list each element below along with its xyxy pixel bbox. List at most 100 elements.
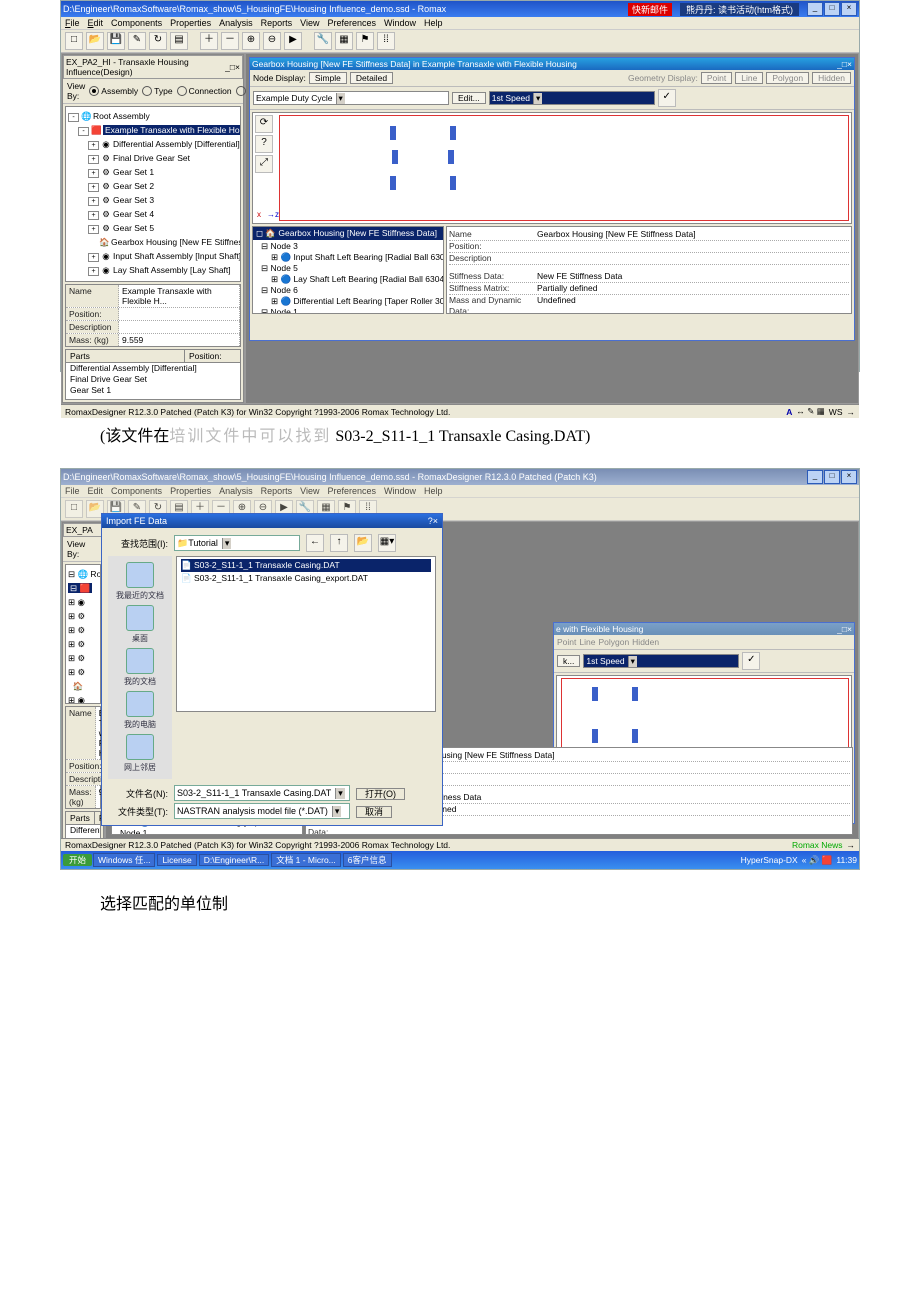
- open-button[interactable]: 打开(O): [356, 787, 405, 800]
- menu-properties[interactable]: Properties: [170, 486, 211, 496]
- prop-mass-value[interactable]: 9.559: [119, 334, 240, 346]
- detail-stiffness-matrix-value[interactable]: Partially defined: [537, 283, 849, 294]
- back-icon[interactable]: ←: [306, 534, 324, 552]
- tree-node[interactable]: ⊞ ⚙: [68, 651, 98, 665]
- detail-position-value[interactable]: [537, 241, 849, 252]
- status-arrow-icon-2[interactable]: →: [847, 840, 856, 850]
- tree-housing[interactable]: 🏠Gearbox Housing [New FE Stiffness D: [68, 235, 238, 249]
- tree-finaldrive[interactable]: +⚙Final Drive Gear Set: [68, 151, 238, 165]
- menu-file[interactable]: File: [65, 18, 80, 28]
- menu-window[interactable]: Window: [384, 486, 416, 496]
- views-icon[interactable]: ▦▾: [378, 534, 396, 552]
- maximize-button[interactable]: □: [824, 470, 840, 484]
- place-desktop[interactable]: 桌面: [110, 605, 170, 644]
- edit-icon[interactable]: ✎: [128, 32, 146, 50]
- tray-app[interactable]: HyperSnap-DX: [741, 855, 798, 865]
- tree-node[interactable]: ⊞ ◉: [68, 693, 98, 704]
- detail-description-value[interactable]: [537, 253, 849, 264]
- geom-hidden[interactable]: Hidden: [812, 72, 851, 84]
- status-arrow-icon[interactable]: →: [847, 407, 856, 417]
- place-mycomputer[interactable]: 我的电脑: [110, 691, 170, 730]
- detail-stiffness-data-value[interactable]: New FE Stiffness Data: [537, 271, 849, 282]
- new-icon[interactable]: □: [65, 32, 83, 50]
- geom-polygon[interactable]: Polygon: [598, 637, 629, 647]
- menu-edit[interactable]: Edit: [88, 18, 104, 28]
- tree-pane-close-icon[interactable]: _□×: [225, 62, 240, 72]
- node-1[interactable]: ⊟ Node 1: [255, 307, 441, 314]
- tree-node[interactable]: ⊞ ⚙: [68, 623, 98, 637]
- rotate-icon[interactable]: ⟳: [255, 115, 273, 133]
- menu-help[interactable]: Help: [424, 486, 443, 496]
- place-network[interactable]: 网上邻居: [110, 734, 170, 773]
- tree-gs2[interactable]: +⚙Gear Set 2: [68, 179, 238, 193]
- zoom-in-icon[interactable]: ⊕: [242, 32, 260, 50]
- filetype-combo[interactable]: NASTRAN analysis model file (*.DAT)▾: [174, 803, 350, 819]
- radio-assembly[interactable]: Assembly: [89, 86, 138, 96]
- menu-help[interactable]: Help: [424, 18, 443, 28]
- menu-edit[interactable]: Edit: [88, 486, 104, 496]
- detail-name-value[interactable]: Gearbox Housing [New FE Stiffness Data]: [537, 229, 849, 240]
- node-5[interactable]: ⊟ Node 5: [255, 263, 441, 274]
- detail-mass-dyn-value[interactable]: Undefined: [537, 295, 849, 314]
- menu-components[interactable]: Components: [111, 18, 162, 28]
- minimize-button[interactable]: _: [807, 470, 823, 484]
- geom-point[interactable]: Point: [557, 637, 576, 647]
- tree-input-shaft[interactable]: +◉Input Shaft Assembly [Input Shaft]: [68, 249, 238, 263]
- close-button[interactable]: ×: [841, 2, 857, 16]
- flag-icon[interactable]: ⚑: [356, 32, 374, 50]
- menu-analysis[interactable]: Analysis: [219, 18, 253, 28]
- tree-gs4[interactable]: +⚙Gear Set 4: [68, 207, 238, 221]
- tree-differential[interactable]: +◉Differential Assembly [Differential]: [68, 137, 238, 151]
- tree-node[interactable]: ⊞ ⚙: [68, 665, 98, 679]
- grid-icon[interactable]: ▤: [170, 32, 188, 50]
- tool-icon-a[interactable]: 🔧: [314, 32, 332, 50]
- prop-name-value[interactable]: Example Transaxle with Flexible H...: [119, 285, 240, 307]
- save-icon[interactable]: 💾: [107, 32, 125, 50]
- plus-icon[interactable]: ＋: [200, 32, 218, 50]
- speed-dropdown[interactable]: 1st Speed▾: [489, 91, 655, 105]
- tray-icons[interactable]: « 🔊 🟥: [802, 855, 833, 866]
- file-row[interactable]: 📄 S03-2_S11-1_1 Transaxle Casing_export.…: [181, 572, 431, 585]
- file-list[interactable]: 📄 S03-2_S11-1_1 Transaxle Casing.DAT 📄 S…: [176, 556, 436, 712]
- node-6[interactable]: ⊟ Node 6: [255, 285, 441, 296]
- menu-components[interactable]: Components: [111, 486, 162, 496]
- notification-banner[interactable]: 熊丹丹: 读书活动(htm格式): [680, 3, 799, 16]
- pan-icon[interactable]: ?: [255, 135, 273, 153]
- tree-gs1[interactable]: +⚙Gear Set 1: [68, 165, 238, 179]
- speed-dd-bg[interactable]: 1st Speed▾: [583, 654, 739, 668]
- up-icon[interactable]: ↑: [330, 534, 348, 552]
- geom-line[interactable]: Line: [735, 72, 763, 84]
- file-row-selected[interactable]: 📄 S03-2_S11-1_1 Transaxle Casing.DAT: [181, 559, 431, 572]
- filename-input[interactable]: S03-2_S11-1_1 Transaxle Casing.DAT▾: [174, 785, 350, 801]
- menu-window[interactable]: Window: [384, 18, 416, 28]
- parts-row[interactable]: Differential Assembly [Differential]: [66, 363, 240, 374]
- node-tree-pane[interactable]: ◻ 🏠 Gearbox Housing [New FE Stiffness Da…: [252, 226, 444, 314]
- taskbar-item[interactable]: License: [157, 854, 196, 866]
- tree-truncated[interactable]: ⊟ 🌐 Ro ⊟ 🟥 ⊞ ◉ ⊞ ⚙ ⊞ ⚙ ⊞ ⚙ ⊞ ⚙ ⊞ ⚙ 🏠 ⊞ ◉…: [65, 564, 101, 704]
- status-tools-icon[interactable]: ↔ ✎ ▦: [796, 406, 824, 417]
- geom-line[interactable]: Line: [579, 637, 595, 647]
- node-3[interactable]: ⊟ Node 3: [255, 241, 441, 252]
- menu-file[interactable]: File: [65, 486, 80, 496]
- new-folder-icon[interactable]: 📂: [354, 534, 372, 552]
- zoom-out-icon[interactable]: ⊖: [263, 32, 281, 50]
- notification-badge[interactable]: 快新邮件: [628, 3, 672, 16]
- assembly-tree[interactable]: -🌐Root Assembly -🟥Example Transaxle with…: [65, 106, 241, 282]
- schematic-view[interactable]: ⟳ ? ⤢ x: [252, 112, 852, 224]
- schematic-canvas-bg[interactable]: [561, 678, 849, 754]
- prop-position-value[interactable]: [119, 308, 240, 320]
- node-display-detailed[interactable]: Detailed: [350, 72, 393, 84]
- menu-reports[interactable]: Reports: [261, 18, 293, 28]
- geom-polygon[interactable]: Polygon: [766, 72, 809, 84]
- cancel-button[interactable]: 取消: [356, 805, 392, 818]
- tree-node[interactable]: ⊞ ◉: [68, 595, 98, 609]
- menu-preferences[interactable]: Preferences: [328, 18, 377, 28]
- menu-reports[interactable]: Reports: [261, 486, 293, 496]
- subwin-bg-controls[interactable]: _□×: [837, 624, 852, 634]
- import-fe-dialog[interactable]: Import FE Data ? × 查找范围(I): 📁 Tutorial▾ …: [101, 513, 443, 826]
- menu-view[interactable]: View: [300, 486, 319, 496]
- dialog-close-icon[interactable]: ×: [433, 516, 438, 526]
- status-a-icon[interactable]: A: [786, 407, 792, 417]
- romax-news-link[interactable]: Romax News: [792, 840, 843, 850]
- lookin-combo[interactable]: 📁 Tutorial▾: [174, 535, 300, 551]
